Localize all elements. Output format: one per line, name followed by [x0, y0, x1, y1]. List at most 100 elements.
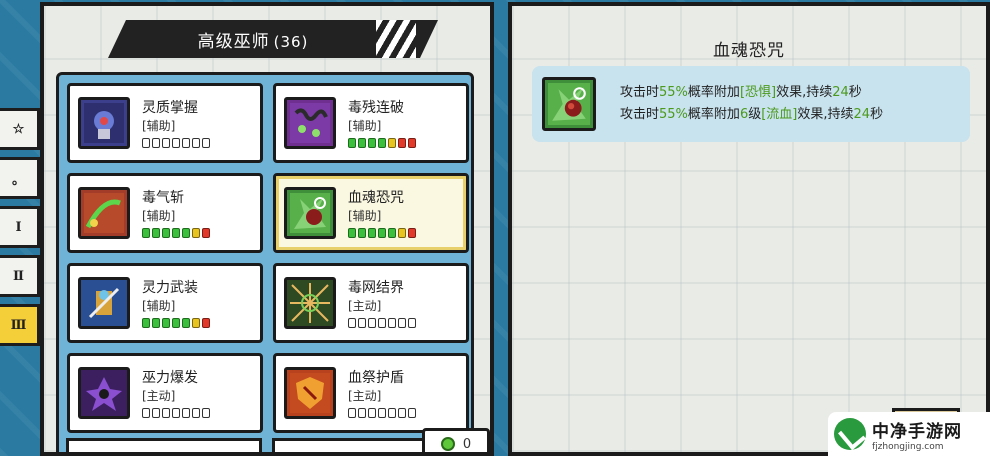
level-pip — [388, 407, 396, 418]
level-pip — [152, 317, 160, 328]
tab-star[interactable]: ☆ — [0, 108, 40, 150]
skill-level-bar — [142, 137, 210, 148]
level-pip — [182, 137, 190, 148]
level-pip — [348, 227, 356, 238]
skill-card-spirit-armor[interactable]: 灵力武装 [辅助] — [67, 263, 263, 343]
level-pip — [152, 407, 160, 418]
skill-type: [主动] — [348, 298, 382, 313]
level-pip — [182, 317, 190, 328]
currency-value: 0 — [462, 436, 472, 452]
level-pip — [388, 317, 396, 328]
level-pip — [202, 227, 210, 238]
spirit-mastery-icon — [78, 97, 130, 149]
level-pip — [408, 317, 416, 328]
watermark-name: 中净手游网 — [872, 421, 962, 442]
level-pip — [162, 227, 170, 238]
site-watermark: 中净手游网 fjzhongjing.com — [828, 412, 990, 456]
tab-tier-2[interactable]: Ⅱ — [0, 255, 40, 297]
skill-level-bar — [348, 137, 416, 148]
skill-card-partial[interactable] — [66, 438, 262, 452]
level-pip — [142, 317, 150, 328]
level-pip — [388, 227, 396, 238]
effect-line-1: 攻击时55%概率附加[恐惧]效果,持续24秒 — [620, 85, 862, 100]
level-pip — [398, 137, 406, 148]
level-pip — [348, 137, 356, 148]
spirit-armor-icon — [78, 277, 130, 329]
level-pip — [172, 407, 180, 418]
skill-type: [主动] — [142, 388, 176, 403]
skill-card-blood-curse[interactable]: 血魂恐咒 [辅助] — [273, 173, 469, 253]
level-pip — [192, 317, 200, 328]
poison-chain-icon — [284, 97, 336, 149]
skill-card-poison-chain[interactable]: 毒残连破 [辅助] — [273, 83, 469, 163]
level-pip — [358, 317, 366, 328]
skill-level-bar — [348, 407, 416, 418]
level-pip — [348, 317, 356, 328]
level-pip — [358, 137, 366, 148]
watermark-url: fjzhongjing.com — [872, 441, 944, 452]
level-pip — [202, 317, 210, 328]
level-pip — [368, 137, 376, 148]
skill-type: [辅助] — [142, 298, 176, 313]
level-pip — [398, 407, 406, 418]
level-pip — [408, 137, 416, 148]
level-pip — [172, 227, 180, 238]
skill-detail-panel: 血魂恐咒 攻击时55%概率附加[恐惧]效果,持续24秒 攻击时55%概率附加6级… — [508, 2, 990, 456]
coin-icon — [440, 437, 455, 451]
level-pip — [408, 227, 416, 238]
class-title: 高级巫师 (36) — [197, 31, 309, 52]
effect-line-2: 攻击时55%概率附加6级[流血]效果,持续24秒 — [620, 107, 884, 122]
skill-name: 毒残连破 — [348, 99, 404, 116]
skill-name: 巫力爆发 — [142, 369, 198, 386]
witch-burst-icon — [78, 367, 130, 419]
level-pip — [142, 407, 150, 418]
blood-curse-icon — [542, 77, 596, 131]
level-pip — [192, 227, 200, 238]
class-title-banner: 高级巫师 (36) — [108, 20, 438, 58]
level-pip — [162, 407, 170, 418]
tab-circle[interactable]: 。 — [0, 157, 40, 199]
skill-card-poison-slash[interactable]: 毒气斩 [辅助] — [67, 173, 263, 253]
level-pip — [162, 137, 170, 148]
level-pip — [368, 227, 376, 238]
level-pip — [202, 137, 210, 148]
skill-name: 血祭护盾 — [348, 369, 404, 386]
banner-stripes — [376, 20, 416, 58]
blood-shield-icon — [284, 367, 336, 419]
currency-display: 0 — [422, 428, 490, 452]
level-pip — [368, 407, 376, 418]
tier-tabs: ☆ 。 Ⅰ Ⅱ Ⅲ — [0, 108, 40, 353]
tab-tier-1[interactable]: Ⅰ — [0, 206, 40, 248]
skill-level-bar — [142, 317, 210, 328]
level-pip — [358, 227, 366, 238]
skill-level-bar — [348, 317, 416, 328]
skill-card-spirit-mastery[interactable]: 灵质掌握 [辅助] — [67, 83, 263, 163]
skill-type: [辅助] — [348, 118, 382, 133]
level-pip — [348, 407, 356, 418]
skill-list-panel: 高级巫师 (36) 灵质掌握 [辅助] 毒残连破 [辅助] 毒气斩 [辅助] 血… — [40, 2, 494, 456]
level-pip — [192, 407, 200, 418]
skill-name: 血魂恐咒 — [348, 189, 404, 206]
level-pip — [152, 227, 160, 238]
blood-curse-icon — [284, 187, 336, 239]
skill-type: [辅助] — [142, 208, 176, 223]
level-pip — [378, 227, 386, 238]
level-pip — [398, 317, 406, 328]
skill-card-poison-web[interactable]: 毒网结界 [主动] — [273, 263, 469, 343]
level-pip — [192, 137, 200, 148]
tab-tier-3[interactable]: Ⅲ — [0, 304, 40, 346]
skill-name: 毒网结界 — [348, 279, 404, 296]
skill-card-witch-burst[interactable]: 巫力爆发 [主动] — [67, 353, 263, 433]
level-pip — [152, 137, 160, 148]
skill-level-bar — [142, 407, 210, 418]
skill-name: 毒气斩 — [142, 189, 184, 206]
level-pip — [398, 227, 406, 238]
skill-type: [辅助] — [142, 118, 176, 133]
level-pip — [378, 407, 386, 418]
level-pip — [358, 407, 366, 418]
skill-card-blood-shield[interactable]: 血祭护盾 [主动] — [273, 353, 469, 433]
level-pip — [182, 407, 190, 418]
level-pip — [368, 317, 376, 328]
skill-name: 灵力武装 — [142, 279, 198, 296]
level-pip — [388, 137, 396, 148]
